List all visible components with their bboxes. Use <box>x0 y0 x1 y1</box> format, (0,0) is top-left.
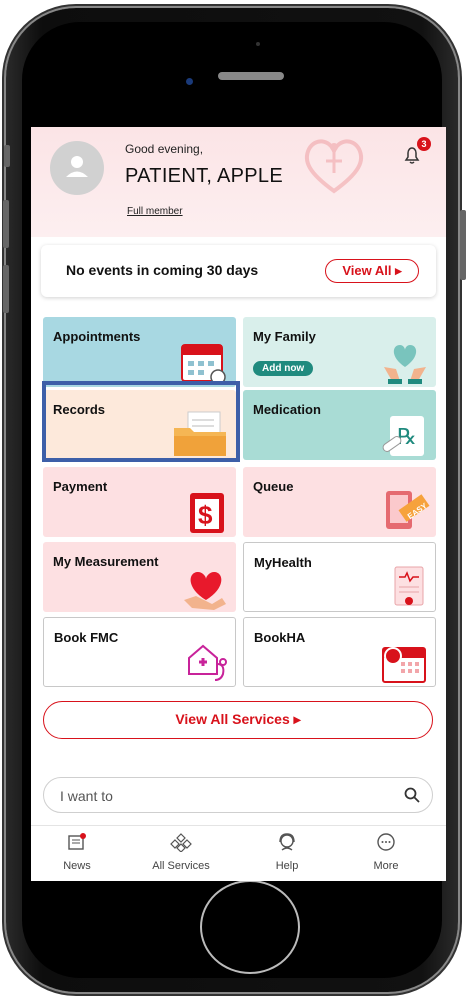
prescription-icon: ℞ <box>382 416 424 456</box>
home-button[interactable] <box>200 880 300 974</box>
calendar-icon <box>181 344 226 385</box>
events-message: No events in coming 30 days <box>66 262 259 278</box>
sensor-dot <box>256 42 260 46</box>
front-camera <box>186 78 193 85</box>
power-button <box>460 210 466 280</box>
tile-myhealth[interactable]: MyHealth <box>243 542 436 612</box>
health-record-icon <box>394 566 424 606</box>
tile-book-fmc[interactable]: Book FMC <box>43 617 236 687</box>
heart-logo-icon <box>304 139 364 194</box>
tab-label: Help <box>275 860 299 872</box>
tile-label: Payment <box>53 479 108 494</box>
tile-label: My Family <box>253 329 316 344</box>
app-screen: Good evening, PATIENT, APPLE Full member… <box>31 127 446 881</box>
tab-news[interactable]: News <box>31 832 127 872</box>
news-icon <box>68 833 86 850</box>
volume-button-left <box>4 145 10 167</box>
tile-label: Medication <box>253 402 321 417</box>
greeting-text: Good evening, <box>125 142 204 156</box>
avatar[interactable] <box>50 141 104 195</box>
notification-badge: 3 <box>417 137 431 151</box>
heart-measure-icon <box>184 572 226 610</box>
tile-label: Appointments <box>53 329 141 344</box>
queue-ticket-icon: EASY <box>386 491 430 529</box>
patient-name: PATIENT, APPLE <box>125 165 283 187</box>
stethoscope-icon <box>188 644 227 681</box>
tab-more[interactable]: More <box>336 832 436 872</box>
heart-hands-icon <box>384 345 426 384</box>
svg-text:$: $ <box>198 500 213 530</box>
tile-appointments[interactable]: Appointments <box>43 317 236 387</box>
tab-label: More <box>373 860 399 872</box>
tile-label: Book FMC <box>54 630 119 645</box>
user-icon <box>66 156 88 177</box>
ha-calendar-icon <box>382 647 426 683</box>
search-icon[interactable] <box>404 787 420 803</box>
view-all-events-button[interactable]: View All ▸ <box>325 259 419 283</box>
tile-label: BookHA <box>254 630 306 645</box>
tile-medication[interactable]: Medication ℞ <box>243 390 436 460</box>
volume-up-button <box>3 200 9 248</box>
svg-text:℞: ℞ <box>397 424 417 449</box>
search-bar[interactable]: I want to <box>43 777 433 813</box>
view-all-services-button[interactable]: View All Services ▸ <box>43 701 433 739</box>
payment-icon: $ <box>190 493 224 533</box>
tile-queue[interactable]: Queue EASY <box>243 467 436 537</box>
bottom-tab-bar: News All Services Help More <box>31 825 446 881</box>
header: Good evening, PATIENT, APPLE Full member… <box>31 127 446 237</box>
tile-payment[interactable]: Payment $ <box>43 467 236 537</box>
tab-label: News <box>63 860 91 872</box>
more-icon <box>377 833 395 851</box>
membership-link[interactable]: Full member <box>127 206 183 217</box>
tab-all-services[interactable]: All Services <box>131 832 231 872</box>
add-now-button[interactable]: Add now <box>253 361 314 376</box>
earpiece-speaker <box>218 72 284 80</box>
help-icon <box>279 833 295 851</box>
tile-my-measurement[interactable]: My Measurement <box>43 542 236 612</box>
search-input[interactable]: I want to <box>60 788 113 804</box>
tile-bookha[interactable]: BookHA <box>243 617 436 687</box>
tile-my-family[interactable]: My Family Add now <box>243 317 436 387</box>
tab-label: All Services <box>152 860 210 872</box>
tile-label: Queue <box>253 479 294 494</box>
records-selection-highlight <box>42 381 240 462</box>
tile-label: MyHealth <box>254 555 312 570</box>
tab-help[interactable]: Help <box>237 832 337 872</box>
events-card: No events in coming 30 days View All ▸ <box>41 245 436 297</box>
volume-down-button <box>3 265 9 313</box>
tile-label: My Measurement <box>53 554 159 569</box>
all-services-icon <box>170 833 192 853</box>
